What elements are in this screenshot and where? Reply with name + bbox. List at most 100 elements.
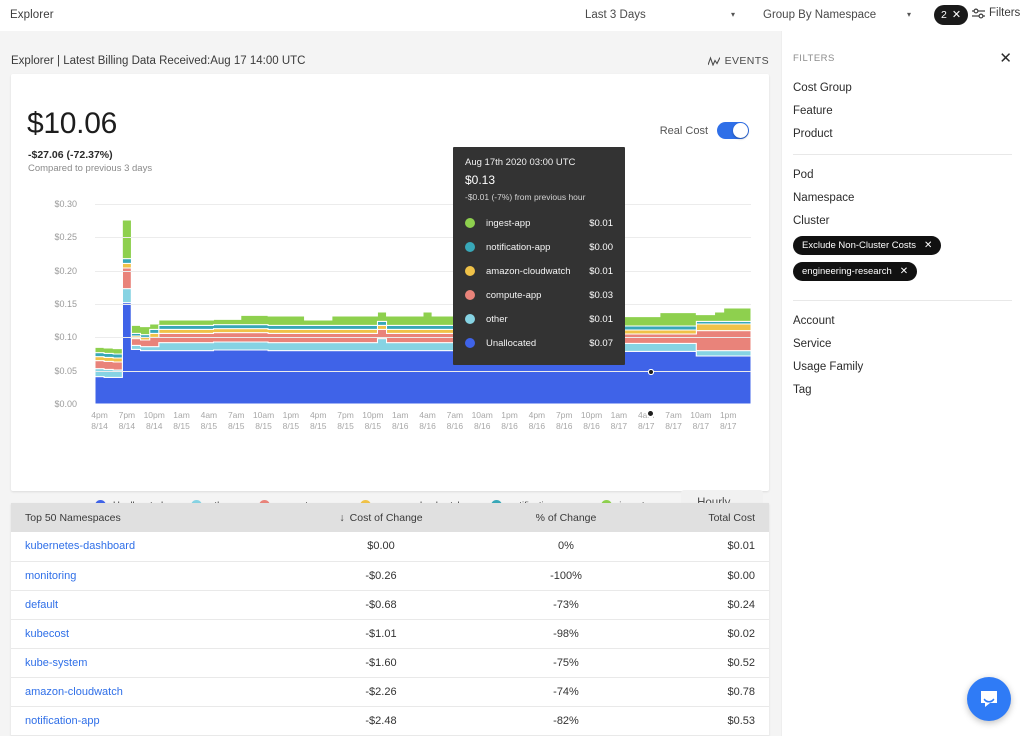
filter-item-pod[interactable]: Pod <box>793 163 1012 186</box>
events-spark-icon <box>708 56 720 66</box>
filter-item-feature[interactable]: Feature <box>793 99 1012 122</box>
tooltip-row: notification-app$0.00 <box>465 235 613 259</box>
chat-bubble-icon <box>978 688 1000 710</box>
grid-line <box>95 304 751 305</box>
filter-item-usage-family[interactable]: Usage Family <box>793 355 1012 378</box>
filters-panel-header: FILTERS ✕ <box>793 49 1012 67</box>
filter-item-account[interactable]: Account <box>793 309 1012 332</box>
cell-total-cost: $0.00 <box>651 561 769 590</box>
namespace-link[interactable]: amazon-cloudwatch <box>25 686 123 698</box>
real-cost-toggle-group: Real Cost <box>660 122 749 139</box>
filter-chip-label: Exclude Non-Cluster Costs <box>802 240 916 251</box>
filter-item-product[interactable]: Product <box>793 122 1012 145</box>
namespaces-table-card: Top 50 Namespaces ↓Cost of Change % of C… <box>11 503 769 736</box>
tooltip-row: other$0.01 <box>465 307 613 331</box>
y-axis-tick: $0.15 <box>54 299 77 309</box>
explorer-header: Explorer | Latest Billing Data Received:… <box>11 50 769 72</box>
tooltip-change: -$0.01 (-7%) from previous hour <box>465 192 613 202</box>
divider <box>793 154 1012 155</box>
close-icon[interactable]: ✕ <box>900 266 908 277</box>
cell-namespace: monitoring <box>11 561 281 590</box>
cell-cost-of-change: $0.00 <box>281 532 481 561</box>
cell-namespace: kubernetes-dashboard <box>11 532 281 561</box>
hover-dot-active <box>646 409 655 418</box>
tooltip-row-value: $0.01 <box>589 266 613 277</box>
hover-dot <box>648 369 654 375</box>
y-axis-tick: $0.20 <box>54 266 77 276</box>
x-tick-date: 8/17 <box>710 421 746 432</box>
column-header-total-cost[interactable]: Total Cost <box>651 503 769 532</box>
filters-button-label: Filters <box>989 7 1020 19</box>
date-range-value: Last 3 Days <box>585 9 646 21</box>
table-row: default-$0.68-73%$0.24 <box>11 590 769 619</box>
tooltip-breakdown-list: ingest-app$0.01notification-app$0.00amaz… <box>465 211 613 355</box>
tooltip-row-value: $0.01 <box>589 314 613 325</box>
column-header-pct-of-change[interactable]: % of Change <box>481 503 651 532</box>
namespace-link[interactable]: kubernetes-dashboard <box>25 540 135 552</box>
y-axis-tick: $0.30 <box>54 199 77 209</box>
top-bar: Explorer Last 3 Days ▾ Group By Namespac… <box>0 0 1024 31</box>
tooltip-row-label: ingest-app <box>486 218 589 229</box>
table-row: monitoring-$0.26-100%$0.00 <box>11 561 769 590</box>
tooltip-row: ingest-app$0.01 <box>465 211 613 235</box>
close-icon[interactable]: ✕ <box>999 51 1012 66</box>
y-axis-tick: $0.05 <box>54 366 77 376</box>
tooltip-color-dot <box>465 242 475 252</box>
namespace-link[interactable]: notification-app <box>25 715 100 727</box>
events-label: EVENTS <box>725 55 769 67</box>
cell-cost-of-change: -$0.68 <box>281 590 481 619</box>
tooltip-row: amazon-cloudwatch$0.01 <box>465 259 613 283</box>
close-icon: ✕ <box>952 10 961 21</box>
x-tick-time: 1pm <box>710 410 746 421</box>
filter-item-service[interactable]: Service <box>793 332 1012 355</box>
intercom-chat-button[interactable] <box>967 677 1011 721</box>
cell-pct-of-change: 0% <box>481 532 651 561</box>
cell-pct-of-change: -74% <box>481 677 651 706</box>
grid-line <box>95 337 751 338</box>
explorer-page: Explorer Last 3 Days ▾ Group By Namespac… <box>0 0 1024 736</box>
cell-cost-of-change: -$2.26 <box>281 677 481 706</box>
namespace-link[interactable]: kube-system <box>25 657 87 669</box>
events-button[interactable]: EVENTS <box>708 55 769 67</box>
tooltip-row-label: compute-app <box>486 290 589 301</box>
chart-tooltip: Aug 17th 2020 03:00 UTC $0.13 -$0.01 (-7… <box>453 147 625 365</box>
total-cost-value: $10.06 <box>27 107 117 141</box>
filter-item-tag[interactable]: Tag <box>793 378 1012 401</box>
column-header-cost-of-change-label: Cost of Change <box>350 512 423 524</box>
cost-delta-subtext: Compared to previous 3 days <box>28 163 152 174</box>
table-body: kubernetes-dashboard$0.000%$0.01monitori… <box>11 532 769 736</box>
namespace-link[interactable]: kubecost <box>25 628 69 640</box>
group-by-select[interactable]: Group By Namespace ▾ <box>763 4 911 26</box>
filters-button[interactable]: Filters <box>972 7 1020 19</box>
tooltip-color-dot <box>465 218 475 228</box>
namespace-link[interactable]: monitoring <box>25 570 76 582</box>
cell-namespace: amazon-cloudwatch <box>11 677 281 706</box>
filters-panel-list: Cost GroupFeatureProduct PodNamespaceClus… <box>793 76 1012 401</box>
table-header: Top 50 Namespaces ↓Cost of Change % of C… <box>11 503 769 532</box>
tooltip-row-label: Unallocated <box>486 338 589 349</box>
active-filter-count-badge[interactable]: 2 ✕ <box>934 5 968 25</box>
column-header-namespace[interactable]: Top 50 Namespaces <box>11 503 281 532</box>
cell-total-cost: $0.24 <box>651 590 769 619</box>
cell-pct-of-change: -75% <box>481 648 651 677</box>
filter-chip[interactable]: Exclude Non-Cluster Costs ✕ <box>793 236 941 255</box>
filter-item-cluster[interactable]: Cluster <box>793 209 1012 232</box>
toggle-knob <box>733 123 748 138</box>
namespace-link[interactable]: default <box>25 599 58 611</box>
filter-chip[interactable]: engineering-research✕ <box>793 262 917 281</box>
cell-cost-of-change: -$1.01 <box>281 619 481 648</box>
tooltip-date: Aug 17th 2020 03:00 UTC <box>465 157 613 168</box>
chevron-down-icon: ▾ <box>907 11 911 19</box>
date-range-select[interactable]: Last 3 Days ▾ <box>585 4 735 26</box>
filter-item-cost-group[interactable]: Cost Group <box>793 76 1012 99</box>
tooltip-color-dot <box>465 266 475 276</box>
tooltip-row-label: notification-app <box>486 242 589 253</box>
y-axis-labels: $0.30$0.25$0.20$0.15$0.10$0.05$0.00 <box>11 204 83 434</box>
tooltip-row-label: amazon-cloudwatch <box>486 266 589 277</box>
cell-namespace: kube-system <box>11 648 281 677</box>
real-cost-toggle[interactable] <box>717 122 749 139</box>
close-icon[interactable]: ✕ <box>924 240 932 251</box>
tooltip-row: Unallocated$0.07 <box>465 331 613 355</box>
column-header-cost-of-change[interactable]: ↓Cost of Change <box>281 503 481 532</box>
filter-item-namespace[interactable]: Namespace <box>793 186 1012 209</box>
